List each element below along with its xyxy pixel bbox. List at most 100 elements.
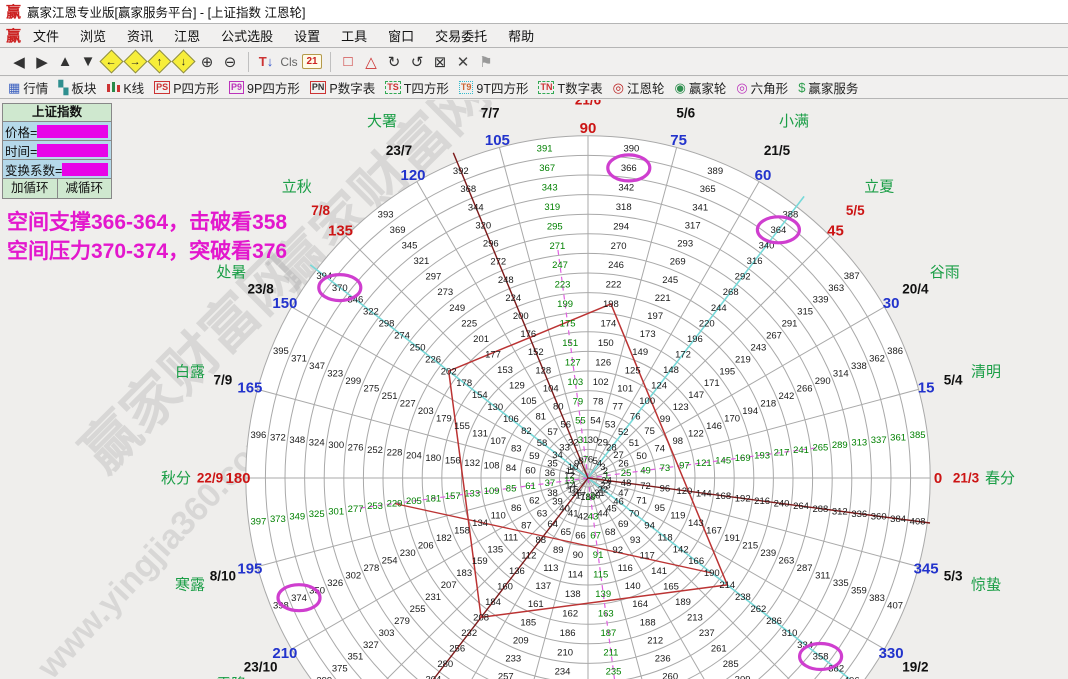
svg-text:223: 223 <box>555 280 571 291</box>
svg-text:118: 118 <box>658 532 673 543</box>
svg-text:216: 216 <box>754 496 770 507</box>
triangle-tool-button[interactable]: △ <box>360 51 382 73</box>
svg-text:330: 330 <box>879 645 904 662</box>
view-button-p-table[interactable]: PNP数字表 <box>310 78 375 97</box>
svg-text:324: 324 <box>309 438 325 449</box>
svg-text:358: 358 <box>813 652 829 663</box>
box-x-tool-button[interactable]: ⊠ <box>429 51 451 73</box>
svg-text:121: 121 <box>696 458 712 469</box>
svg-text:185: 185 <box>520 617 536 628</box>
view-button-t-square[interactable]: TST四方形 <box>385 78 449 97</box>
rotate-ccw-button[interactable]: ↺ <box>406 51 428 73</box>
svg-text:374: 374 <box>291 593 307 604</box>
panel-field-value[interactable] <box>37 125 108 138</box>
view-button-p-square[interactable]: PSP四方形 <box>154 78 219 97</box>
next-period-button[interactable]: ▼ <box>77 51 99 73</box>
sectors-label: 板块 <box>71 78 96 97</box>
panel-field-value[interactable] <box>62 163 108 176</box>
pan-up-button[interactable]: ↑ <box>148 51 171 73</box>
svg-text:168: 168 <box>715 491 731 502</box>
view-button-quotes[interactable]: ▦行情 <box>8 78 48 97</box>
menu-item-0[interactable]: 文件 <box>27 24 65 47</box>
back-button[interactable]: ◀ <box>8 51 30 73</box>
svg-text:159: 159 <box>472 556 488 567</box>
svg-text:242: 242 <box>778 391 794 402</box>
svg-text:247: 247 <box>552 260 568 271</box>
menu-item-3[interactable]: 江恩 <box>168 24 206 47</box>
panel-field-1: 时间= <box>3 141 111 160</box>
flag-tool-button[interactable]: ⚑ <box>475 51 497 73</box>
svg-text:85: 85 <box>506 483 517 494</box>
menu-item-5[interactable]: 设置 <box>288 24 326 47</box>
view-button-kline[interactable]: K线 <box>106 78 144 97</box>
prev-period-button[interactable]: ▲ <box>54 51 76 73</box>
pan-left-button[interactable]: ← <box>100 51 123 73</box>
svg-text:70: 70 <box>629 509 640 520</box>
square-tool-button[interactable]: □ <box>337 51 359 73</box>
svg-text:惊蛰: 惊蛰 <box>971 577 1001 594</box>
pan-right-button[interactable]: → <box>124 51 147 73</box>
svg-text:252: 252 <box>367 445 383 456</box>
menu-items: 文件浏览资讯江恩公式选股设置工具窗口交易委托帮助 <box>27 24 549 47</box>
calendar-icon[interactable]: 21 <box>301 51 323 73</box>
svg-text:200: 200 <box>513 311 529 322</box>
svg-text:248: 248 <box>498 275 514 286</box>
svg-text:145: 145 <box>715 455 731 466</box>
view-button-hexagon[interactable]: ◎六角形 <box>736 78 788 97</box>
svg-text:207: 207 <box>441 580 457 591</box>
svg-text:123: 123 <box>673 402 689 413</box>
svg-text:296: 296 <box>483 239 499 250</box>
svg-text:139: 139 <box>595 589 611 600</box>
svg-text:322: 322 <box>363 307 379 318</box>
menu-item-1[interactable]: 浏览 <box>74 24 112 47</box>
zoom-out-button[interactable]: ⊖ <box>219 51 241 73</box>
9p-square-icon: P9 <box>229 81 244 94</box>
menu-item-9[interactable]: 帮助 <box>502 24 540 47</box>
svg-text:57: 57 <box>547 427 558 438</box>
view-button-9t-square[interactable]: T99T四方形 <box>459 78 529 97</box>
svg-text:311: 311 <box>815 570 830 581</box>
svg-text:15: 15 <box>918 379 935 396</box>
view-button-t-table[interactable]: TNT数字表 <box>538 78 602 97</box>
view-button-winner-wheel[interactable]: ◉赢家轮 <box>674 78 726 97</box>
gann-wheel-chart[interactable]: 1234567891011121314151617181920212223242… <box>0 100 1068 679</box>
svg-text:53: 53 <box>605 420 616 431</box>
view-button-9p-square[interactable]: P99P四方形 <box>229 78 300 97</box>
svg-text:220: 220 <box>699 318 715 329</box>
menu-item-7[interactable]: 窗口 <box>382 24 420 47</box>
t-updown-icon[interactable]: T↓ <box>255 51 277 73</box>
menu-item-8[interactable]: 交易委托 <box>429 24 493 47</box>
cls-button[interactable]: Cls <box>278 51 300 73</box>
svg-text:214: 214 <box>719 580 735 591</box>
svg-text:287: 287 <box>797 563 813 574</box>
svg-text:278: 278 <box>363 563 379 574</box>
svg-text:260: 260 <box>662 672 678 679</box>
panel-button-sub-cycle[interactable]: 减循环 <box>58 179 112 198</box>
svg-text:316: 316 <box>747 256 763 267</box>
9p-square-label: 9P四方形 <box>247 78 300 97</box>
svg-text:54: 54 <box>590 416 601 427</box>
svg-text:109: 109 <box>484 486 500 497</box>
svg-text:75: 75 <box>670 132 687 149</box>
zoom-in-button[interactable]: ⊕ <box>196 51 218 73</box>
svg-text:265: 265 <box>812 443 828 454</box>
view-button-gann-wheel[interactable]: ◎江恩轮 <box>613 78 665 97</box>
svg-text:65: 65 <box>561 527 572 538</box>
svg-text:235: 235 <box>606 667 622 678</box>
panel-field-value[interactable] <box>37 144 108 157</box>
svg-text:244: 244 <box>711 303 727 314</box>
panel-button-add-cycle[interactable]: 加循环 <box>3 179 58 198</box>
svg-text:224: 224 <box>505 293 521 304</box>
rotate-cw-button[interactable]: ↻ <box>383 51 405 73</box>
annotation-line-1: 空间支撑366-364，击破看358 <box>7 208 287 237</box>
view-button-winner-service[interactable]: $赢家服务 <box>798 78 858 97</box>
pan-down-button[interactable]: ↓ <box>172 51 195 73</box>
svg-text:325: 325 <box>309 509 325 520</box>
center-tool-button[interactable]: ✕ <box>452 51 474 73</box>
menu-item-2[interactable]: 资讯 <box>121 24 159 47</box>
menu-item-4[interactable]: 公式选股 <box>215 24 279 47</box>
menu-item-6[interactable]: 工具 <box>335 24 373 47</box>
view-button-sectors[interactable]: ▚板块 <box>58 78 96 97</box>
svg-text:97: 97 <box>679 461 690 472</box>
forward-button[interactable]: ▶ <box>31 51 53 73</box>
